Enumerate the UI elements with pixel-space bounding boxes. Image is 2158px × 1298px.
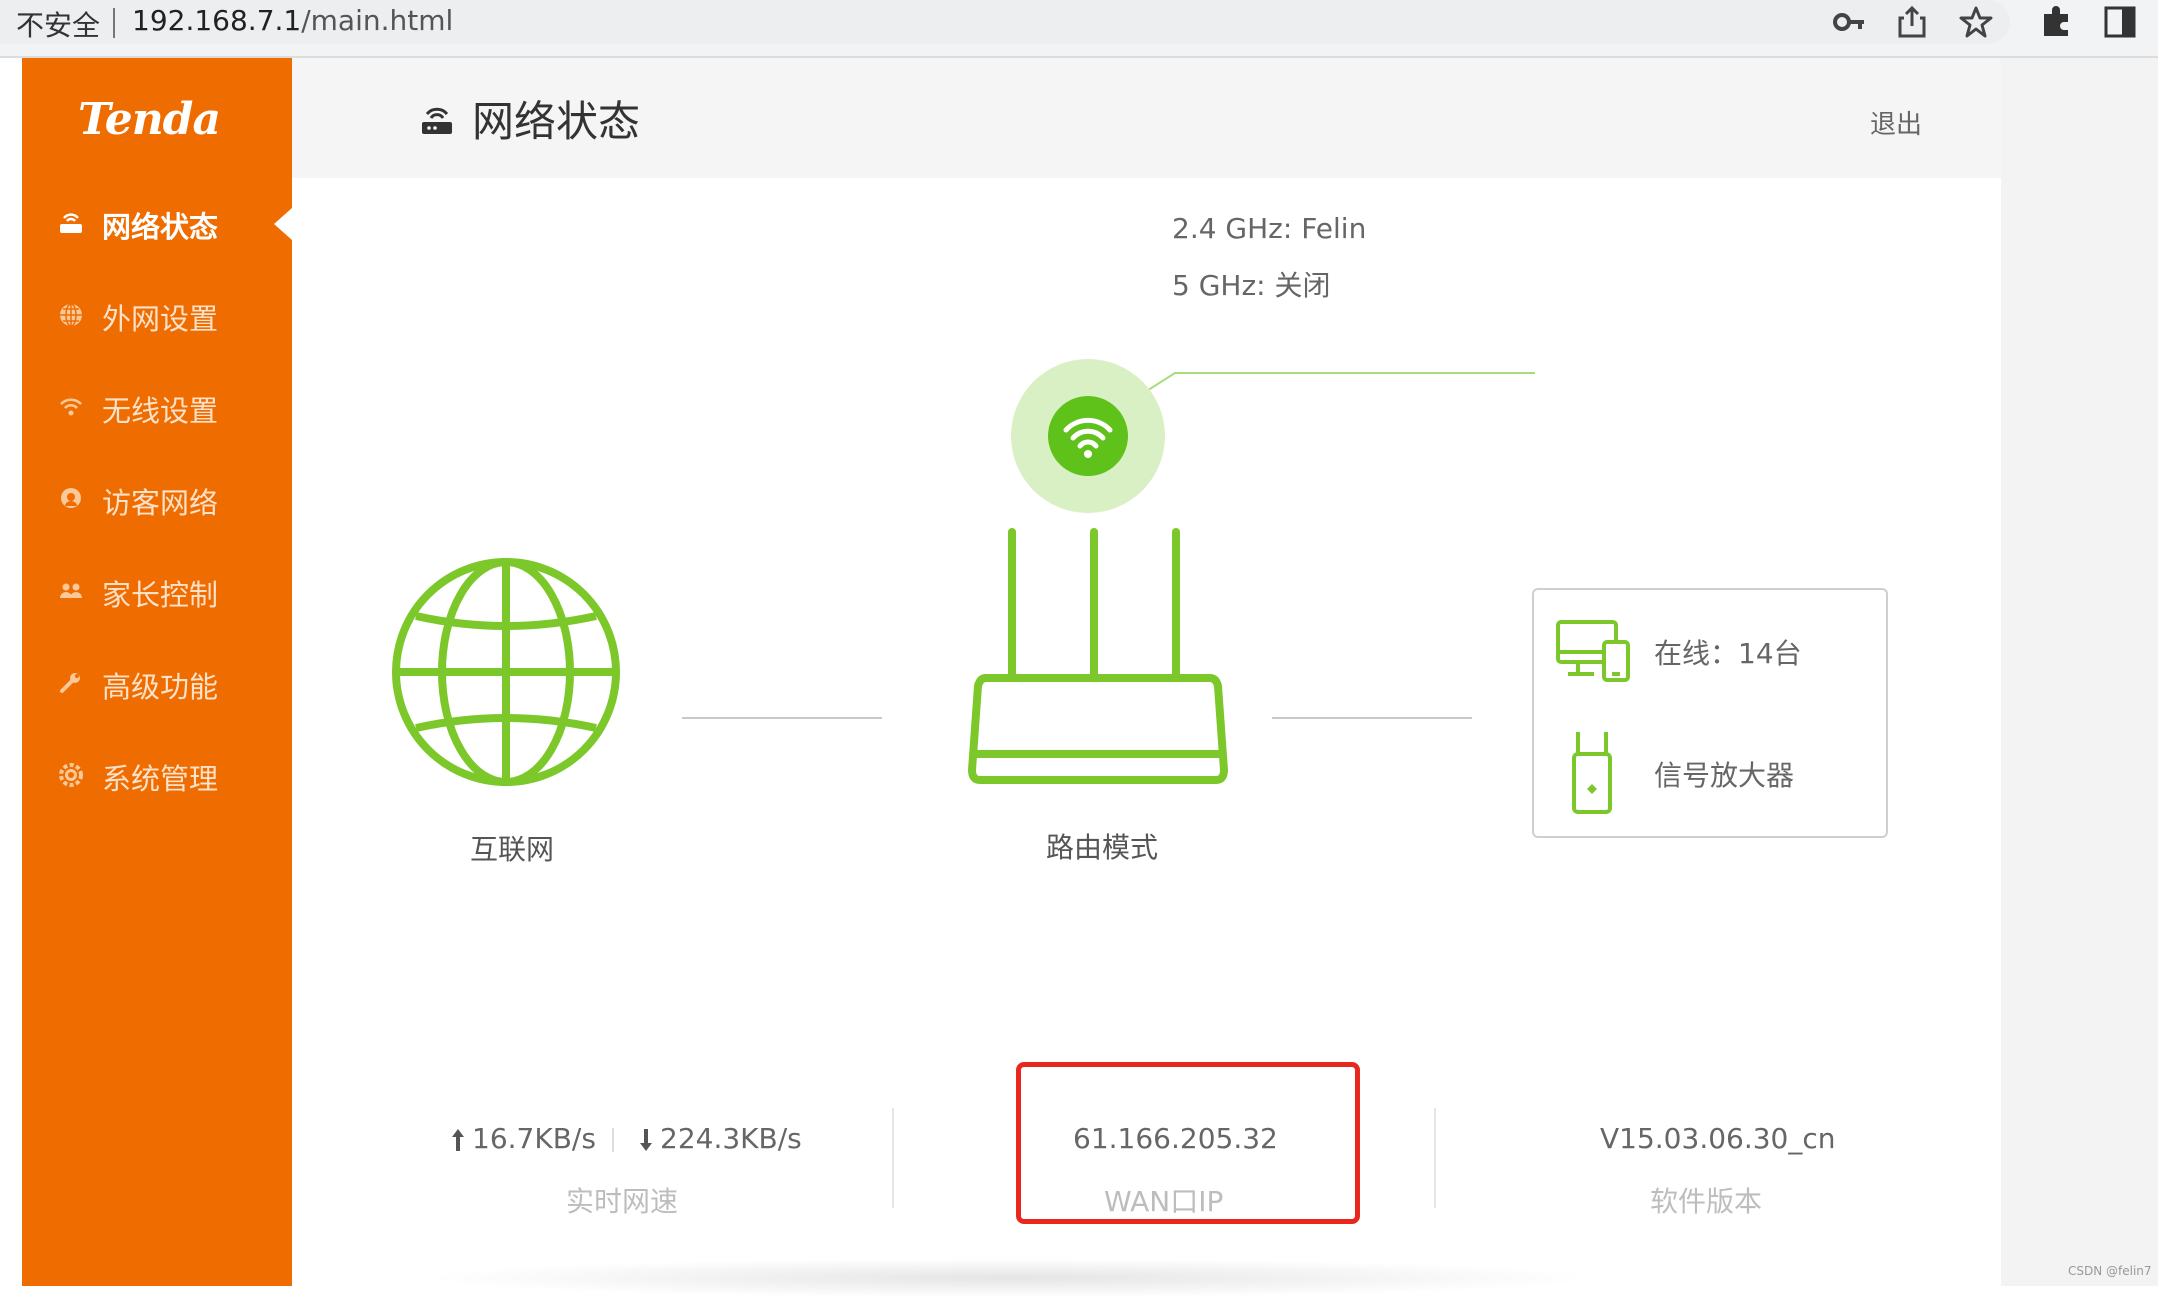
router-mode-label: 路由模式 bbox=[1046, 831, 1159, 864]
sidebar-item-advanced[interactable]: 高级功能 bbox=[22, 648, 292, 718]
address-bar[interactable]: 不安全 192.168.7.1/main.html bbox=[0, 0, 2010, 44]
url-text[interactable]: 192.168.7.1/main.html bbox=[132, 4, 453, 37]
wan-ip-value: 61.166.205.32 bbox=[1073, 1122, 1278, 1155]
sidebar-item-system[interactable]: 系统管理 bbox=[22, 740, 292, 810]
share-icon[interactable] bbox=[1892, 4, 1932, 40]
address-separator bbox=[113, 8, 115, 38]
sidebar: Tenda 网络状态 外网设置 无线设置 访客网络 家长控制 高级功能 系统管理 bbox=[22, 58, 292, 1286]
wifi-status-icon[interactable] bbox=[1010, 358, 1166, 514]
sidebar-item-label: 家长控制 bbox=[102, 578, 219, 612]
security-indicator[interactable]: 不安全 bbox=[16, 4, 100, 44]
sidebar-item-wan-settings[interactable]: 外网设置 bbox=[22, 280, 292, 350]
logout-link[interactable]: 退出 bbox=[1870, 104, 1922, 141]
upload-arrow-icon bbox=[452, 1129, 464, 1151]
firmware-version: V15.03.06.30_cn bbox=[1600, 1122, 1836, 1155]
active-indicator bbox=[274, 208, 292, 240]
download-arrow-icon bbox=[640, 1129, 652, 1151]
extender-icon[interactable] bbox=[1570, 730, 1614, 816]
key-icon[interactable] bbox=[1830, 4, 1870, 40]
online-devices-count[interactable]: 在线：14台 bbox=[1654, 632, 1802, 672]
sidepanel-icon[interactable] bbox=[2100, 4, 2140, 40]
sidebar-item-label: 外网设置 bbox=[102, 302, 219, 336]
extension-icon[interactable] bbox=[2036, 4, 2076, 40]
router-clients-link bbox=[1272, 717, 1472, 719]
realtime-speed-label: 实时网速 bbox=[566, 1185, 679, 1218]
page-title: 网络状态 bbox=[472, 97, 641, 146]
sidebar-item-wireless-settings[interactable]: 无线设置 bbox=[22, 372, 292, 442]
router-icon bbox=[60, 213, 82, 233]
watermark: CSDN @felin7 bbox=[2068, 1264, 2152, 1278]
devices-icon[interactable] bbox=[1554, 618, 1632, 684]
gear-icon bbox=[59, 763, 83, 787]
wifi-24ghz-status: 2.4 GHz: Felin bbox=[1172, 212, 1367, 245]
internet-globe-icon[interactable] bbox=[390, 556, 622, 788]
content-header: 网络状态 退出 bbox=[292, 58, 2001, 178]
wrench-icon bbox=[60, 673, 80, 693]
internet-router-link bbox=[682, 717, 882, 719]
router-admin-page: Tenda 网络状态 外网设置 无线设置 访客网络 家长控制 高级功能 系统管理… bbox=[0, 58, 2158, 1298]
sidebar-item-label: 高级功能 bbox=[102, 670, 219, 704]
signal-extender-label[interactable]: 信号放大器 bbox=[1654, 754, 1794, 794]
wifi-icon bbox=[60, 398, 82, 416]
sidebar-item-parental-control[interactable]: 家长控制 bbox=[22, 556, 292, 626]
sidebar-item-label: 网络状态 bbox=[102, 210, 219, 244]
star-icon[interactable] bbox=[1956, 4, 1996, 40]
sidebar-item-network-status[interactable]: 网络状态 bbox=[22, 188, 292, 258]
firmware-label: 软件版本 bbox=[1650, 1185, 1763, 1218]
sidebar-item-guest-network[interactable]: 访客网络 bbox=[22, 464, 292, 534]
sidebar-item-label: 无线设置 bbox=[102, 394, 219, 428]
sidebar-item-label: 系统管理 bbox=[102, 762, 219, 796]
guest-icon bbox=[61, 488, 81, 508]
tenda-logo: Tenda bbox=[78, 94, 221, 145]
browser-toolbar: 不安全 192.168.7.1/main.html bbox=[0, 0, 2158, 58]
parent-icon bbox=[60, 583, 82, 598]
page-margin bbox=[2001, 58, 2158, 1286]
globe-icon bbox=[60, 303, 82, 327]
client-devices-panel: 在线：14台 信号放大器 bbox=[1532, 588, 1888, 838]
router-device-icon[interactable] bbox=[966, 526, 1230, 786]
download-speed: 224.3KB/s bbox=[660, 1122, 802, 1155]
sidebar-item-label: 访客网络 bbox=[102, 486, 219, 520]
upload-speed: 16.7KB/s bbox=[472, 1122, 596, 1155]
wan-ip-label: WAN口IP bbox=[1104, 1185, 1224, 1218]
router-icon bbox=[422, 107, 452, 134]
internet-label: 互联网 bbox=[470, 833, 555, 866]
